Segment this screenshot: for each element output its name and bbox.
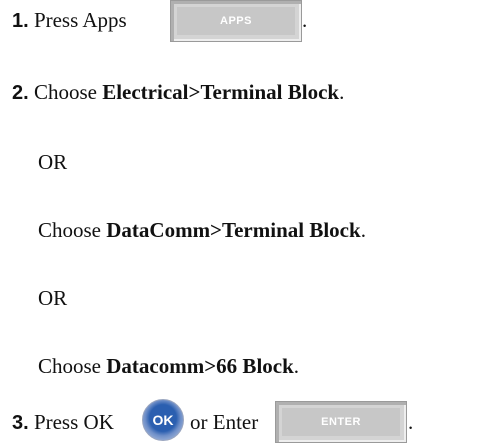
step-number: 3. — [12, 412, 29, 434]
enter-key-label: ENTER — [282, 408, 400, 436]
step-3-period: . — [408, 410, 414, 434]
step-suffix: . — [339, 80, 345, 104]
or-separator: OR — [38, 286, 68, 310]
menu-path: DataComm>Terminal Block — [106, 218, 361, 242]
alt-prefix: Choose — [38, 354, 107, 378]
step-1-period: . — [302, 8, 308, 32]
step-prefix: Choose — [33, 80, 103, 104]
step-number: 2. — [12, 82, 29, 104]
step-3-start: 3. Press OK — [12, 408, 114, 437]
alternative-1: Choose DataComm>Terminal Block. — [38, 216, 366, 244]
menu-path: Electrical>Terminal Block — [102, 80, 340, 104]
step-text: Press Apps — [33, 8, 127, 32]
ok-button-icon: OK — [142, 399, 184, 441]
or-separator: OR — [38, 150, 68, 174]
step-text: Press OK — [33, 410, 114, 434]
step-3-enter-text: or Enter — [190, 410, 259, 434]
alternative-2: Choose Datacomm>66 Block. — [38, 352, 299, 380]
alt-suffix: . — [360, 218, 366, 242]
alt-prefix: Choose — [38, 218, 107, 242]
alt-suffix: . — [293, 354, 300, 378]
step-2: 2. Choose Electrical>Terminal Block. — [12, 78, 344, 107]
step-1: 1. Press Apps — [12, 6, 127, 35]
menu-path: Datacomm>66 Block — [106, 354, 294, 378]
apps-key-label: APPS — [177, 7, 295, 35]
step-number: 1. — [12, 10, 29, 32]
ok-label: OK — [152, 412, 174, 428]
enter-key-icon: ENTER — [275, 401, 407, 443]
apps-key-icon: APPS — [170, 0, 302, 42]
